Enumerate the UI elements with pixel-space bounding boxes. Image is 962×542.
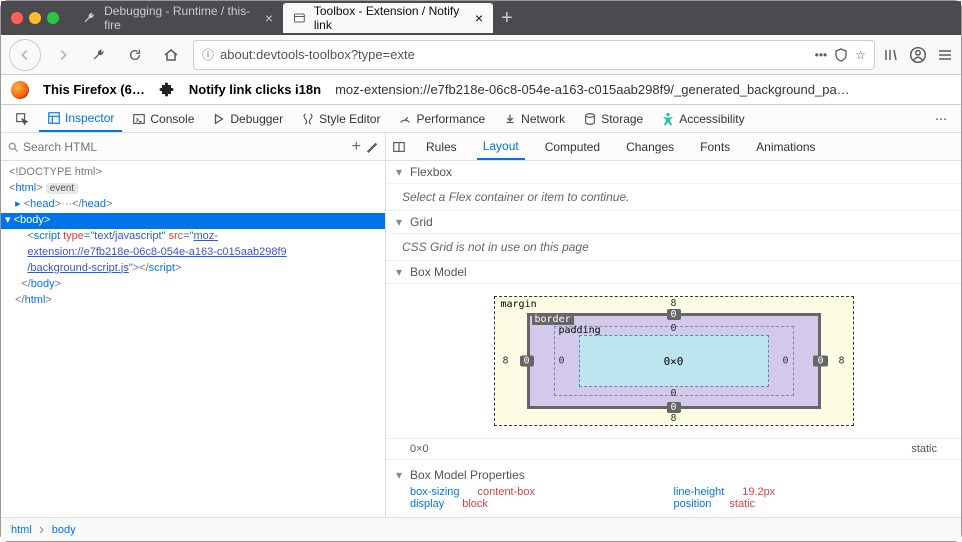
tab-accessibility[interactable]: Accessibility <box>653 105 752 132</box>
back-button[interactable] <box>9 39 41 71</box>
toolbar-right-icons <box>883 46 953 64</box>
element-size: 0×0 <box>410 443 429 455</box>
tab-inspector[interactable]: Inspector <box>39 105 122 132</box>
close-tab-icon[interactable]: × <box>475 10 483 26</box>
maximize-window[interactable] <box>47 12 59 24</box>
extension-path: moz-extension://e7fb218e-06c8-054e-a163-… <box>335 82 951 97</box>
grid-message: CSS Grid is not in use on this page <box>386 234 961 261</box>
close-tab-icon[interactable]: × <box>265 10 273 26</box>
breadcrumb-item[interactable]: html <box>11 524 32 536</box>
flexbox-message: Select a Flex container or item to conti… <box>386 184 961 211</box>
forward-button[interactable] <box>49 41 77 69</box>
firefox-icon <box>11 81 29 99</box>
tab-animations[interactable]: Animations <box>750 133 821 160</box>
box-model-header[interactable]: Box Model <box>386 261 961 284</box>
search-icon <box>7 141 19 153</box>
star-icon[interactable]: ☆ <box>855 48 866 62</box>
tab-label: Debugging - Runtime / this-fire <box>104 4 257 32</box>
info-icon[interactable]: ⓘ <box>202 46 214 63</box>
search-html-input[interactable] <box>23 140 348 154</box>
extension-puzzle-icon <box>159 82 175 98</box>
menu-icon[interactable] <box>937 47 953 63</box>
tab-console[interactable]: Console <box>124 105 202 132</box>
tab-performance[interactable]: Performance <box>390 105 493 132</box>
tab-rules[interactable]: Rules <box>420 133 463 160</box>
margin-label: margin <box>501 299 537 310</box>
breadcrumb: html body <box>1 517 961 541</box>
browser-tab-inactive[interactable]: Debugging - Runtime / this-fire × <box>73 3 283 33</box>
flexbox-header[interactable]: Flexbox <box>386 161 961 184</box>
runtime-label: This Firefox (6… <box>43 82 145 97</box>
address-bar[interactable]: ⓘ ••• ☆ <box>193 40 875 70</box>
library-icon[interactable] <box>883 47 899 63</box>
selected-node[interactable]: ▾ <body> <box>1 213 385 229</box>
tab-changes[interactable]: Changes <box>620 133 680 160</box>
tab-computed[interactable]: Computed <box>539 133 606 160</box>
tab-debugger[interactable]: Debugger <box>204 105 291 132</box>
window-icon <box>293 11 306 25</box>
wrench-icon[interactable] <box>85 41 113 69</box>
url-input[interactable] <box>220 47 809 62</box>
inspector-main: <!DOCTYPE html> <html> event ▸ <head>⋯</… <box>1 161 961 517</box>
box-model-diagram[interactable]: margin 8 8 8 8 border 0 0 0 0 padding 0 … <box>386 284 961 439</box>
inspector-secondary-toolbar: + Rules Layout Computed Changes Fonts An… <box>1 133 961 161</box>
extension-name: Notify link clicks i18n <box>189 82 321 97</box>
close-window[interactable] <box>11 12 23 24</box>
panel-layout-icon[interactable] <box>392 140 406 154</box>
tab-storage[interactable]: Storage <box>575 105 651 132</box>
html-pane-toolbar: + <box>1 133 386 160</box>
tab-fonts[interactable]: Fonts <box>694 133 736 160</box>
layout-panel: Flexbox Select a Flex container or item … <box>386 161 961 517</box>
grid-header[interactable]: Grid <box>386 211 961 234</box>
meatball-icon[interactable]: ••• <box>815 48 828 62</box>
box-model-properties: Box Model Properties box-sizingcontent-b… <box>386 460 961 514</box>
browser-tab-active[interactable]: Toolbox - Extension / Notify link × <box>283 3 493 33</box>
breadcrumb-item[interactable]: body <box>52 524 76 536</box>
bm-props-header[interactable]: Box Model Properties <box>386 464 961 486</box>
devtools-toolbar: Inspector Console Debugger Style Editor … <box>1 105 961 133</box>
tab-style-editor[interactable]: Style Editor <box>293 105 388 132</box>
box-model-info: 0×0 static <box>386 439 961 460</box>
border-label: border <box>532 314 574 325</box>
doctype: <!DOCTYPE html> <box>9 166 102 178</box>
debug-target-bar: This Firefox (6… Notify link clicks i18n… <box>1 75 961 105</box>
devtools-overflow-button[interactable]: ⋯ <box>927 105 955 132</box>
new-tab-button[interactable]: + <box>501 7 513 30</box>
wrench-icon <box>83 11 96 25</box>
inspect-element-button[interactable] <box>7 105 37 132</box>
add-node-button[interactable]: + <box>352 138 361 156</box>
minimize-window[interactable] <box>29 12 41 24</box>
search-html[interactable] <box>7 140 348 154</box>
home-button[interactable] <box>157 41 185 69</box>
tab-layout[interactable]: Layout <box>477 133 525 160</box>
event-badge[interactable]: event <box>46 183 78 194</box>
account-icon[interactable] <box>909 46 927 64</box>
navigation-toolbar: ⓘ ••• ☆ <box>1 35 961 75</box>
content-size[interactable]: 0×0 <box>579 335 769 387</box>
html-tree[interactable]: <!DOCTYPE html> <html> event ▸ <head>⋯</… <box>1 161 386 517</box>
eyedropper-icon[interactable] <box>365 140 379 154</box>
reload-button[interactable] <box>121 41 149 69</box>
tab-label: Toolbox - Extension / Notify link <box>314 4 467 32</box>
tab-network[interactable]: Network <box>495 105 573 132</box>
traffic-lights <box>11 12 59 24</box>
chevron-right-icon <box>38 526 46 534</box>
shield-icon[interactable] <box>833 47 849 63</box>
window-titlebar: Debugging - Runtime / this-fire × Toolbo… <box>1 1 961 35</box>
side-panel-tabs: Rules Layout Computed Changes Fonts Anim… <box>386 133 961 160</box>
element-position: static <box>911 443 937 455</box>
